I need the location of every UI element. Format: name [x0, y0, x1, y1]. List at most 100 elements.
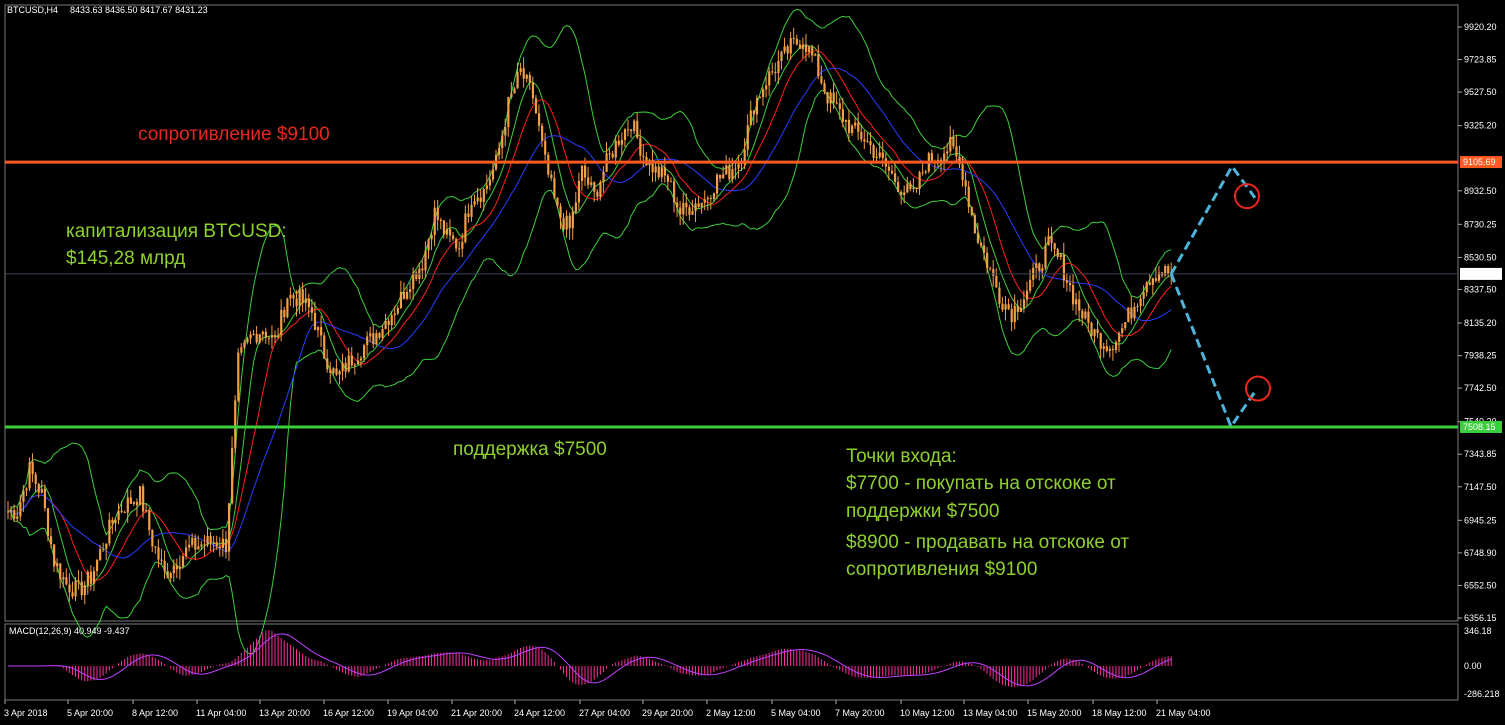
candle-body: [212, 542, 215, 544]
candle-body: [227, 503, 231, 552]
time-tick-label: 5 May 04:00: [771, 708, 821, 718]
candle-body: [1148, 282, 1151, 285]
candle-body: [1053, 243, 1056, 250]
candle-body: [445, 229, 449, 235]
macd-label: MACD(12,26,9) 40.949 -9.437: [9, 626, 130, 636]
candle-body: [921, 172, 924, 174]
candle-body: [906, 183, 909, 193]
candle-body: [409, 289, 412, 292]
candle-body: [1096, 329, 1099, 333]
candle-body: [488, 179, 492, 186]
candle-body: [283, 309, 286, 318]
current-price-tag: 8431.23: [1463, 269, 1496, 279]
candle-body: [298, 289, 301, 307]
candle-body: [473, 201, 476, 205]
candle-body: [71, 592, 74, 597]
candle-body: [270, 335, 274, 338]
candle-body: [350, 355, 353, 366]
candle-body: [194, 537, 197, 550]
candle-body: [470, 204, 473, 217]
candle-body: [59, 563, 62, 580]
entry-buy-line1: $7700 - покупать на отскоке от: [846, 473, 1116, 494]
candle-body: [719, 174, 722, 179]
candle-body: [752, 110, 756, 115]
candle-body: [396, 308, 399, 314]
candle-body: [249, 334, 252, 339]
candle-body: [154, 546, 157, 548]
candle-body: [955, 146, 958, 157]
candle-body: [378, 333, 381, 338]
candle-body: [903, 192, 906, 196]
candle-body: [626, 129, 630, 131]
candle-body: [439, 219, 442, 221]
candle-body: [433, 207, 436, 235]
candle-body: [580, 165, 584, 181]
candle-body: [878, 152, 881, 157]
candle-body: [40, 489, 43, 493]
support-annotation: поддержка $7500: [453, 439, 607, 460]
candle-body: [531, 82, 535, 99]
candle-body: [516, 72, 519, 89]
candle-body: [169, 573, 172, 579]
entry-sell-line2: сопротивления $9100: [846, 559, 1038, 580]
candle-body: [777, 60, 780, 74]
candle-body: [574, 202, 577, 212]
candle-body: [636, 120, 639, 138]
candle-body: [172, 565, 175, 574]
time-tick-label: 21 Apr 20:00: [451, 708, 502, 718]
candle-body: [1121, 328, 1124, 334]
candle-body: [448, 229, 452, 236]
candle-body: [811, 46, 814, 56]
price-tick-label: 8135.20: [1464, 318, 1497, 328]
candle-body: [366, 336, 369, 346]
candle-body: [838, 103, 841, 110]
candle-body: [332, 368, 335, 374]
candle-body: [1087, 311, 1090, 323]
candle-body: [458, 248, 461, 250]
candle-body: [553, 178, 556, 198]
price-tick-label: 6356.15: [1464, 613, 1497, 623]
candle-body: [304, 298, 307, 304]
candle-body: [1084, 311, 1087, 319]
candle-body: [347, 355, 350, 372]
candle-body: [307, 298, 310, 308]
candle-body: [243, 342, 246, 348]
candle-body: [111, 519, 114, 524]
candle-body: [924, 171, 927, 173]
candle-body: [792, 38, 795, 40]
candle-body: [823, 83, 826, 92]
candle-body: [780, 51, 783, 61]
candle-body: [10, 510, 13, 512]
candle-body: [301, 289, 304, 304]
candle-body: [789, 38, 792, 54]
macd-panel: 346.18 0.00 -286.218: [8, 626, 1500, 699]
price-chart[interactable]: 346.18 0.00 -286.218 9920.20 9723.85 9527.50…: [0, 0, 1505, 725]
candle-body: [700, 202, 703, 207]
candle-body: [725, 165, 728, 175]
candle-body: [1139, 298, 1142, 307]
candle-body: [188, 544, 191, 548]
candle-body: [808, 46, 811, 53]
candle-body: [507, 97, 510, 128]
candle-body: [280, 309, 283, 336]
candle-body: [1025, 290, 1029, 300]
candle-body: [1136, 306, 1139, 308]
candle-body: [746, 125, 749, 150]
candle-body: [120, 510, 123, 513]
candle-body: [826, 91, 829, 104]
candle-body: [323, 335, 326, 359]
candle-body: [1111, 348, 1115, 351]
candle-body: [1075, 299, 1078, 305]
candle-body: [341, 362, 344, 372]
candle-body: [857, 122, 860, 132]
candle-body: [46, 508, 50, 537]
candle-body: [62, 577, 65, 580]
candle-body: [639, 137, 642, 156]
candle-body: [138, 486, 142, 506]
candle-body: [755, 98, 759, 115]
candle-body: [246, 338, 249, 343]
candle-body: [771, 71, 774, 73]
candle-body: [344, 362, 347, 372]
candle-body: [1035, 263, 1038, 268]
candle-body: [442, 220, 446, 235]
